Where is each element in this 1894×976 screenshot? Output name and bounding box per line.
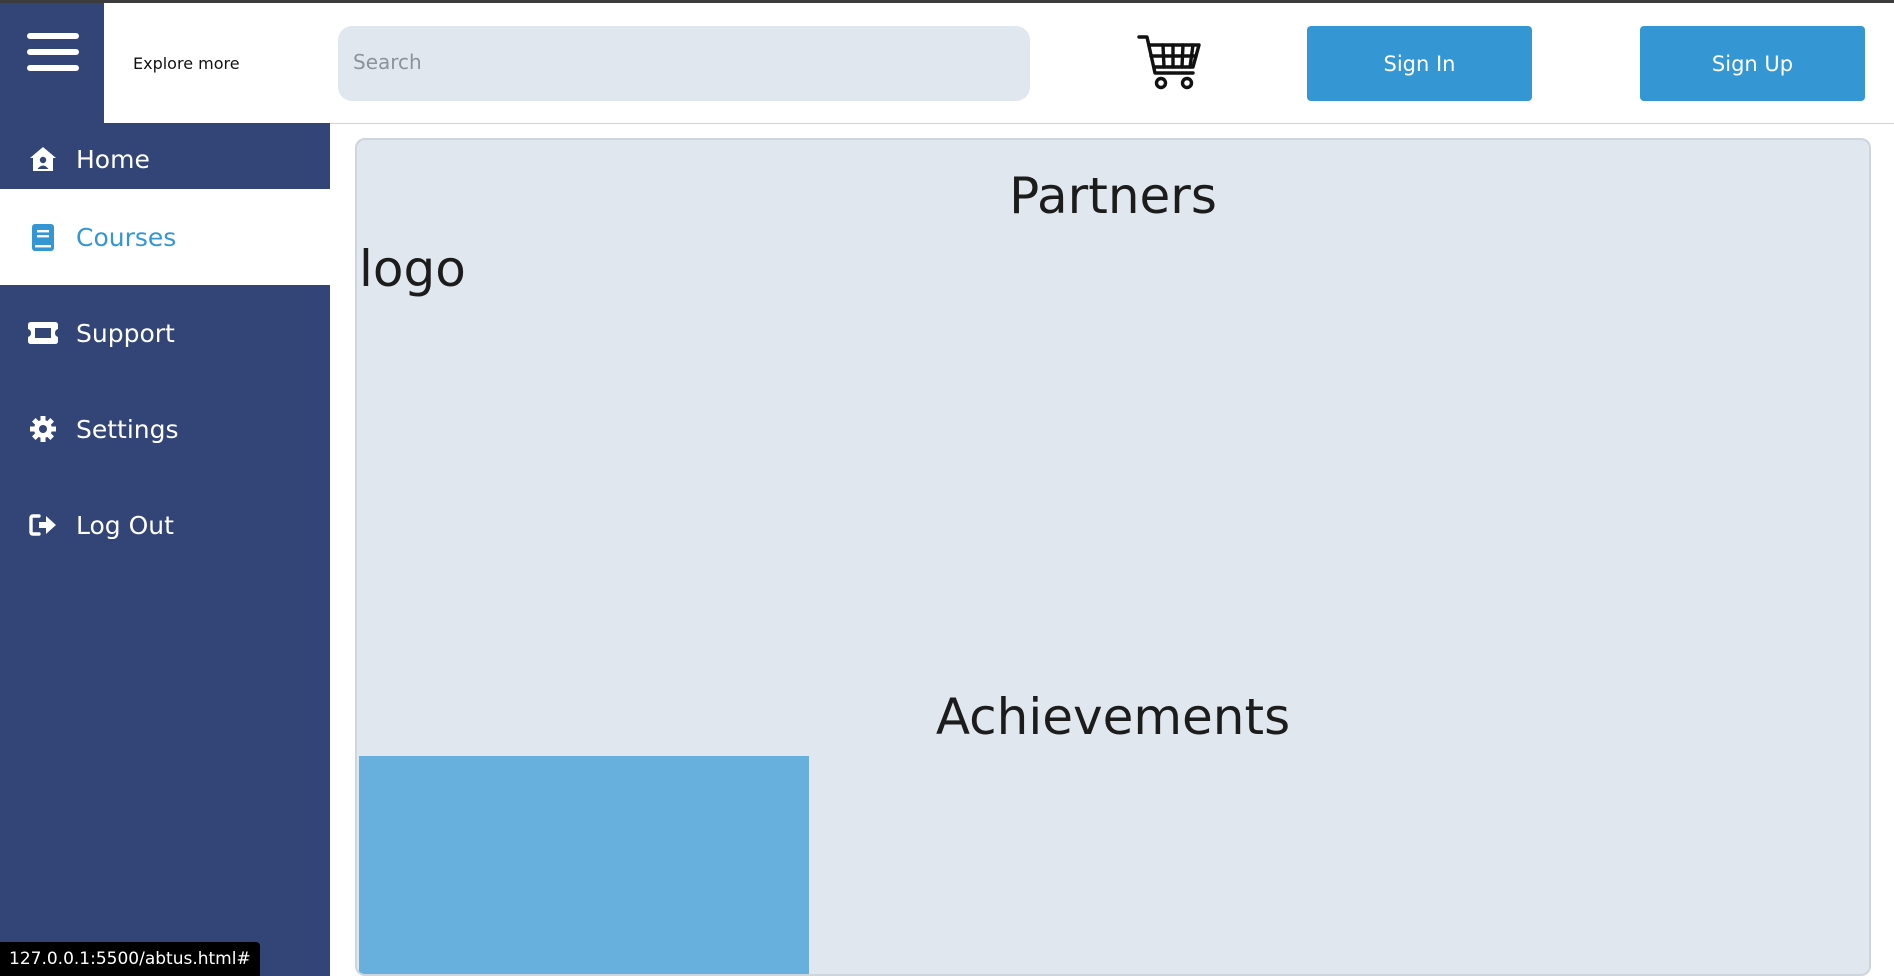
menu-toggle-area[interactable] <box>0 3 104 123</box>
partners-heading: Partners <box>1009 167 1217 225</box>
achievement-card <box>359 756 809 974</box>
browser-status-url: 127.0.0.1:5500/abtus.html# <box>0 942 260 976</box>
main-content-panel: Partners logo Achievements <box>355 138 1871 976</box>
sidebar-item-label: Support <box>76 318 175 348</box>
ticket-icon <box>28 318 58 348</box>
sign-in-button[interactable]: Sign In <box>1307 26 1532 101</box>
achievements-heading: Achievements <box>935 688 1291 746</box>
book-icon <box>28 222 58 252</box>
sidebar-item-label: Home <box>76 144 150 174</box>
partner-logo-placeholder: logo <box>359 240 466 298</box>
hamburger-menu-icon[interactable] <box>27 33 79 71</box>
shopping-cart-icon[interactable] <box>1137 33 1201 91</box>
header-divider <box>330 123 1894 124</box>
home-icon <box>28 144 58 174</box>
sidebar-item-label: Log Out <box>76 510 174 540</box>
sidebar-item-logout[interactable]: Log Out <box>0 489 330 561</box>
sidebar-item-settings[interactable]: Settings <box>0 393 330 465</box>
search-placeholder: Search <box>353 50 422 74</box>
sidebar-item-support[interactable]: Support <box>0 297 330 369</box>
window-top-border <box>0 0 1894 3</box>
sign-up-button[interactable]: Sign Up <box>1640 26 1865 101</box>
sidebar-item-home[interactable]: Home <box>0 123 330 195</box>
search-input[interactable]: Search <box>338 26 1030 101</box>
explore-more-label: Explore more <box>133 54 240 73</box>
sidebar: Home Courses Support Settings Log Out <box>0 123 330 976</box>
sidebar-item-courses[interactable]: Courses <box>0 189 330 285</box>
sidebar-item-label: Settings <box>76 414 179 444</box>
sidebar-item-label: Courses <box>76 222 177 252</box>
logout-icon <box>28 510 58 540</box>
gear-icon <box>28 414 58 444</box>
